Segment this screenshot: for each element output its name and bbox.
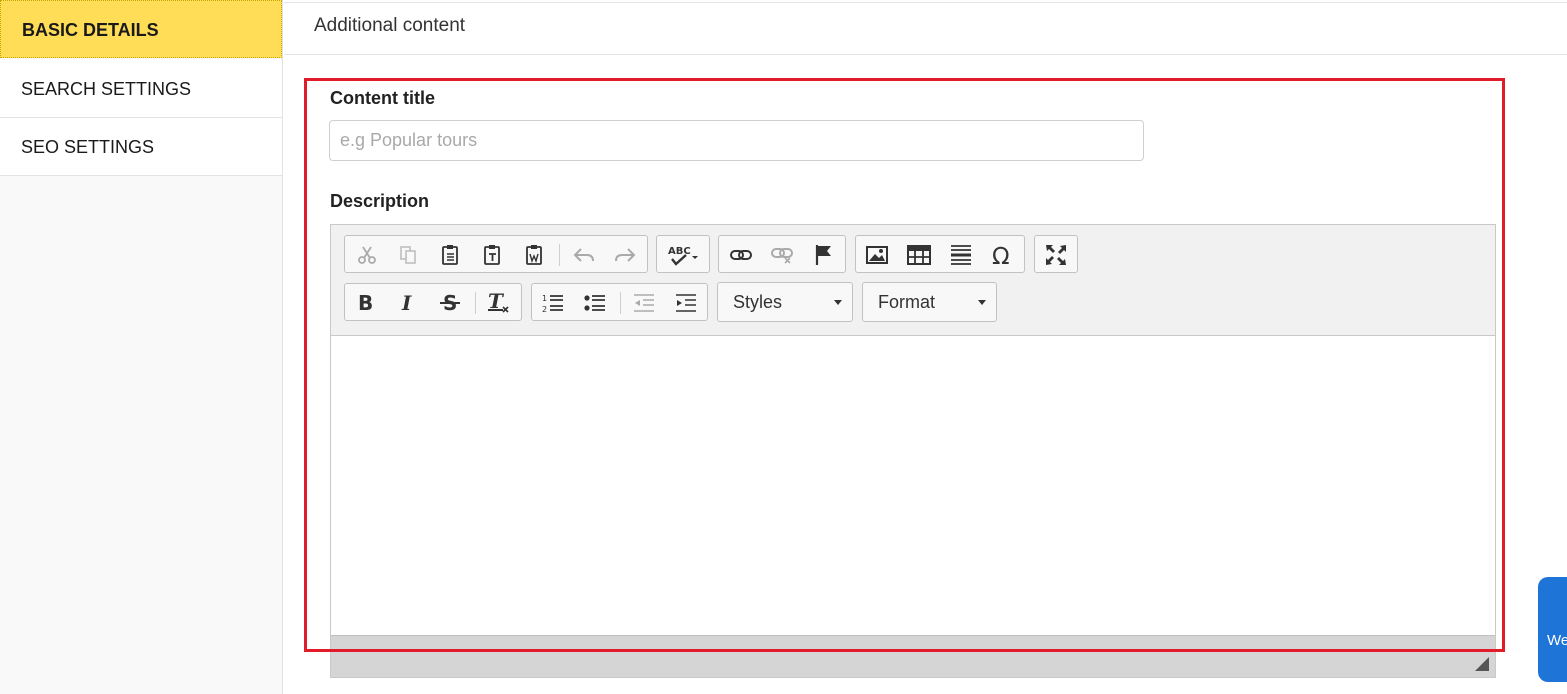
chat-widget-button[interactable]: We <box>1538 577 1567 682</box>
chat-widget-label: We <box>1547 632 1567 649</box>
sidebar: BASIC DETAILS SEARCH SETTINGS SEO SETTIN… <box>0 0 283 694</box>
svg-text:ABC: ABC <box>668 246 691 257</box>
table-icon[interactable] <box>904 240 934 270</box>
copy-icon[interactable] <box>393 240 423 270</box>
special-char-icon[interactable]: Ω <box>988 240 1018 270</box>
bulleted-list-icon[interactable] <box>580 288 610 318</box>
sidebar-item-label: BASIC DETAILS <box>22 20 159 40</box>
editor-footer <box>331 635 1495 677</box>
paste-icon[interactable] <box>436 240 466 270</box>
styles-dropdown-label: Styles <box>733 292 783 312</box>
styles-dropdown[interactable]: Styles <box>717 282 853 322</box>
maximize-group <box>1034 235 1078 273</box>
lists-group: 12 <box>531 283 708 321</box>
editor-toolbar: ABC Ω B I S T 1 2 Styles Format <box>331 225 1495 336</box>
unlink-icon[interactable] <box>767 240 797 270</box>
toolbar-separator <box>559 244 560 266</box>
sidebar-item-basic-details[interactable]: BASIC DETAILS <box>0 0 282 58</box>
svg-text:2: 2 <box>542 305 547 313</box>
remove-format-icon[interactable]: T <box>484 288 514 318</box>
undo-icon[interactable] <box>569 240 599 270</box>
paste-text-icon[interactable] <box>478 240 508 270</box>
bold-icon[interactable]: B <box>351 288 381 318</box>
sidebar-item-seo-settings[interactable]: SEO SETTINGS <box>0 118 282 176</box>
basic-styles-group: B I S T <box>344 283 522 321</box>
outdent-icon[interactable] <box>629 288 659 318</box>
anchor-icon[interactable] <box>809 240 839 270</box>
image-icon[interactable] <box>862 240 892 270</box>
spellcheck-group: ABC <box>656 235 710 273</box>
svg-text:1: 1 <box>542 294 547 303</box>
resize-handle-icon[interactable] <box>1475 657 1489 671</box>
rich-text-editor: ABC Ω B I S T 1 2 Styles Format <box>330 224 1496 678</box>
numbered-list-icon[interactable]: 12 <box>538 288 568 318</box>
spellcheck-icon[interactable]: ABC <box>664 240 704 270</box>
chevron-down-icon <box>978 300 986 305</box>
insert-group: Ω <box>855 235 1025 273</box>
paste-word-icon[interactable] <box>520 240 550 270</box>
sidebar-item-label: SEARCH SETTINGS <box>21 79 192 99</box>
content-title-label: Content title <box>330 88 435 108</box>
svg-text:I: I <box>401 293 412 313</box>
description-label: Description <box>330 191 430 211</box>
indent-icon[interactable] <box>671 288 701 318</box>
maximize-icon[interactable] <box>1041 240 1071 270</box>
link-icon[interactable] <box>726 240 756 270</box>
content-title-input[interactable] <box>329 120 1144 161</box>
italic-icon[interactable]: I <box>393 288 423 318</box>
strikethrough-icon[interactable]: S <box>435 288 465 318</box>
svg-text:B: B <box>358 293 373 313</box>
redo-icon[interactable] <box>610 240 640 270</box>
toolbar-separator <box>475 292 476 314</box>
cut-icon[interactable] <box>352 240 382 270</box>
format-dropdown-label: Format <box>878 292 936 312</box>
horizontal-line-icon[interactable] <box>946 240 976 270</box>
panel-title: Additional content <box>314 15 466 36</box>
clipboard-group <box>344 235 648 273</box>
panel-header: Additional content <box>284 2 1567 55</box>
chevron-down-icon <box>834 300 842 305</box>
format-dropdown[interactable]: Format <box>862 282 997 322</box>
svg-text:Ω: Ω <box>992 244 1010 266</box>
toolbar-separator <box>620 292 621 314</box>
sidebar-item-label: SEO SETTINGS <box>21 137 155 157</box>
sidebar-item-search-settings[interactable]: SEARCH SETTINGS <box>0 60 282 118</box>
editor-content-area[interactable] <box>331 336 1495 636</box>
links-group <box>718 235 846 273</box>
